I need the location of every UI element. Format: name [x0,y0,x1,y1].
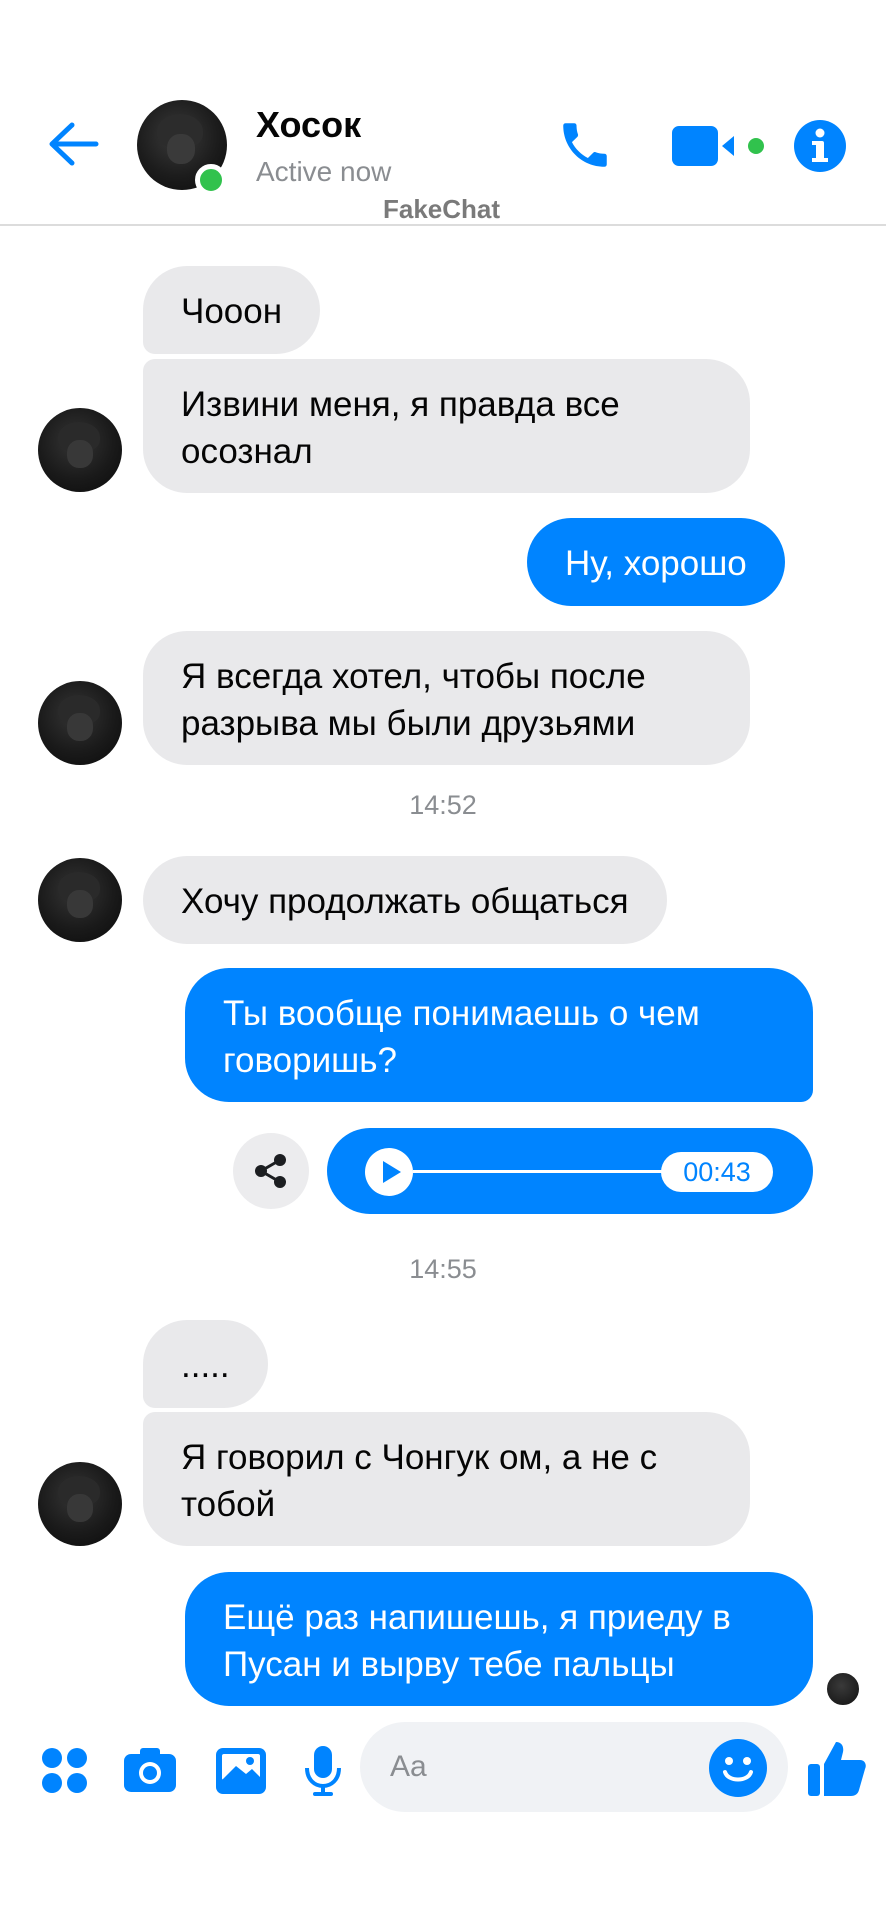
incoming-message[interactable]: Я говорил с Чонгук ом, а не с тобой [143,1412,750,1546]
phone-icon [563,123,607,167]
video-call-button[interactable] [668,118,764,174]
watermark: FakeChat [383,194,501,224]
thumbs-up-icon[interactable] [806,1738,868,1800]
apps-grid-icon[interactable] [38,1742,94,1798]
sender-avatar[interactable] [38,408,122,492]
voice-message[interactable]: 00:43 [327,1128,813,1214]
emoji-icon[interactable] [708,1738,768,1798]
camera-icon[interactable] [122,1742,178,1798]
gallery-icon[interactable] [214,1742,270,1798]
incoming-message[interactable]: Хочу продолжать общаться [143,856,667,944]
incoming-message[interactable]: Я всегда хотел, чтобы после разрыва мы б… [143,631,750,765]
sender-avatar[interactable] [38,1462,122,1546]
back-button[interactable] [44,114,104,174]
contact-name[interactable]: Хосок [256,104,361,146]
play-icon[interactable] [365,1148,413,1196]
online-indicator [195,164,227,196]
audio-progress-track[interactable] [413,1170,669,1173]
voice-call-button[interactable] [552,112,618,178]
incoming-message[interactable]: Извини меня, я правда все осознал [143,359,750,493]
active-status: Active now [256,156,392,187]
info-button[interactable] [792,118,848,174]
chat-header: Хосок Active now FakeChat [0,0,886,226]
video-camera-icon [672,126,764,166]
seen-indicator-avatar [825,1671,861,1707]
info-icon [794,120,846,172]
outgoing-message[interactable]: Ты вообще понимаешь о чем говоришь? [185,968,813,1102]
share-button[interactable] [233,1133,309,1209]
incoming-message[interactable]: ..... [143,1320,268,1408]
outgoing-message[interactable]: Ещё раз напишешь, я приеду в Пусан и выр… [185,1572,813,1706]
incoming-message[interactable]: Чооон [143,266,321,354]
sender-avatar[interactable] [38,681,122,765]
timestamp: 14:55 [409,1254,477,1284]
outgoing-message[interactable]: Ну, хорошо [527,518,785,606]
sender-avatar[interactable] [38,858,122,942]
microphone-icon[interactable] [296,1742,352,1798]
audio-duration: 00:43 [661,1152,773,1192]
message-composer [0,1714,886,1824]
timestamp: 14:52 [409,790,477,820]
share-icon [255,1154,286,1188]
back-arrow-icon [49,122,99,166]
